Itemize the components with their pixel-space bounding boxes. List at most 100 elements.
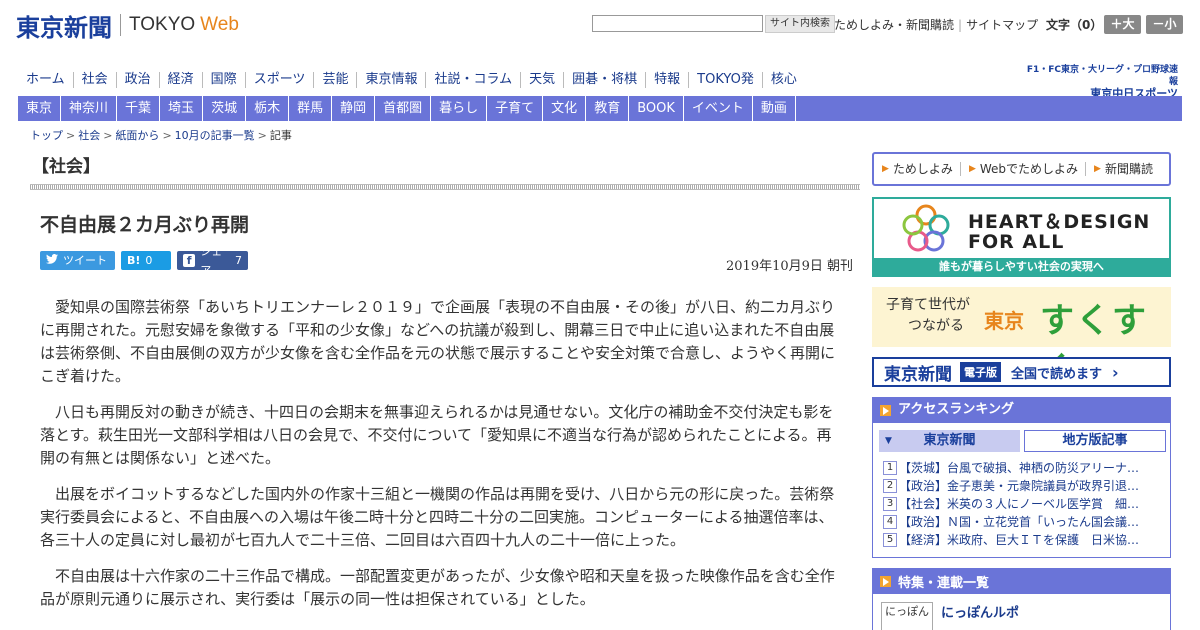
breadcrumb-month-list[interactable]: 10月の記事一覧 [175,129,255,142]
region-item-kurashi[interactable]: 暮らし [431,96,488,121]
font-increase-button[interactable]: ＋大 [1104,15,1141,34]
facebook-icon: f [183,254,196,267]
link-separator: | [958,17,963,32]
site-search-button[interactable]: サイト内検索 [765,15,835,33]
nav-item-politics[interactable]: 政治 [115,72,159,88]
site-header: 東京新聞 TOKYO Web サイト内検索 ためしよみ・新聞購読 | サイトマッ… [0,0,1200,60]
sitemap-link[interactable]: サイトマップ [966,16,1038,33]
trial-link[interactable]: ▶ ためしよみ [874,162,961,176]
article-body: 愛知県の国際芸術祭「あいちトリエンナーレ２０１９」で企画展「表現の不自由展・その… [40,296,845,624]
heart-design-title: HEART＆DESIGN [968,211,1151,233]
nav-item-sports[interactable]: スポーツ [244,72,314,88]
nav-item-economy[interactable]: 経済 [158,72,202,88]
facebook-share-label: シェア [200,244,223,277]
article-date: 2019年10月9日 朝刊 [726,259,854,274]
region-item-gunma[interactable]: 群馬 [289,96,333,121]
logo-divider [120,14,121,36]
access-ranking-header: アクセスランキング [872,397,1171,423]
heart-design-banner[interactable]: HEART＆DESIGN FOR ALL 誰もが暮らしやすい社会の実現へ [872,197,1171,277]
features-panel: にっぽん にっぽんルポ [872,594,1171,630]
flower-logo-icon [902,204,950,252]
feature-thumbnail[interactable]: にっぽん [881,602,933,630]
region-item-saitama[interactable]: 埼玉 [160,96,204,121]
play-square-icon [880,404,891,416]
web-trial-link[interactable]: ▶ Webでためしよみ [961,162,1087,176]
region-item-kyouiku[interactable]: 教育 [586,96,630,121]
nav-item-world[interactable]: 国際 [201,72,245,88]
ranking-item[interactable]: 4 【政治】Ｎ国・立花党首「いったん国会議… [883,513,1163,531]
subscribe-link[interactable]: ためしよみ・新聞購読 [834,16,954,33]
ranking-item[interactable]: 2 【政治】金子恵美・元衆院議員が政界引退… [883,477,1163,495]
facebook-share-button[interactable]: f シェア 7 [177,245,248,277]
play-square-icon [880,575,891,587]
font-size-label: 文字（0） [1046,18,1103,32]
ranking-tab-tokyo[interactable]: ▼ 東京新聞 [879,430,1020,452]
breadcrumb-shimen[interactable]: 紙面から [115,129,159,142]
region-item-kosodate[interactable]: 子育て [487,96,544,121]
region-item-ibaraki[interactable]: 茨城 [203,96,247,121]
sukusuku-tagline-2: つながる [908,318,964,334]
sukusuku-tagline-1: 子育て世代が [886,297,970,313]
nav-item-igo-shogi[interactable]: 囲碁・将棋 [563,72,645,88]
region-item-chiba[interactable]: 千葉 [117,96,161,121]
access-ranking-panel: ▼ 東京新聞 地方版記事 1 【茨城】台風で破損、神栖の防災アリーナ… 2 【政治】… [872,423,1171,558]
chunichi-tagline: F1・FC東京・大リーグ・プロ野球速報 [1026,65,1178,87]
region-item-kanagawa[interactable]: 神奈川 [61,96,118,121]
tweet-label: ツイート [63,254,107,267]
header-links: ためしよみ・新聞購読 | サイトマップ [834,16,1038,33]
article-headline: 不自由展２カ月ぶり再開 [40,214,250,236]
region-item-tochigi[interactable]: 栃木 [246,96,290,121]
nav-item-tokuho[interactable]: 特報 [645,72,688,88]
hatena-count: 0 [145,254,153,267]
sukusuku-tokyo: 東京 [984,309,1024,333]
nav-item-home[interactable]: ホーム [18,72,73,88]
trial-subscription-bar: ▶ ためしよみ ▶ Webでためしよみ ▶ 新聞購読 [872,152,1171,186]
feature-title-link[interactable]: にっぽんルポ [941,602,1019,621]
region-item-book[interactable]: BOOK [629,96,684,121]
ranking-item[interactable]: 5 【経済】米政府、巨大ＩＴを保護 日米協… [883,531,1163,549]
nav-item-weather[interactable]: 天気 [520,72,563,88]
ranking-item[interactable]: 3 【社会】米英の３人にノーベル医学賞 細… [883,495,1163,513]
font-decrease-button[interactable]: －小 [1146,15,1183,34]
ranking-item[interactable]: 1 【茨城】台風で破損、神栖の防災アリーナ… [883,459,1163,477]
chevron-right-icon: › [1112,362,1119,382]
breadcrumb-society[interactable]: 社会 [78,129,100,142]
nav-item-editorial[interactable]: 社説・コラム [425,72,520,88]
region-item-event[interactable]: イベント [684,96,753,121]
region-item-tokyo[interactable]: 東京 [18,96,62,121]
article-paragraph: 不自由展は十六作家の二十三作品で構成。一部配置変更があったが、少女像や昭和天皇を… [40,567,835,608]
breadcrumb-top[interactable]: トップ [30,129,63,142]
arrow-right-icon: ▶ [968,164,976,174]
digital-edition-banner[interactable]: 東京新聞 電子版 全国で読めます › [872,357,1171,387]
article-paragraph: 八日も再開反対の動きが続き、十四日の会期末を無事迎えられるかは見通せない。文化庁… [40,403,834,467]
section-title: 【社会】 [32,157,100,177]
search-input[interactable] [592,15,763,32]
chunichi-sports-banner[interactable]: F1・FC東京・大リーグ・プロ野球速報 東京中日スポーツ [1026,64,1178,100]
triangle-down-icon: ▼ [885,436,892,446]
heart-design-caption: 誰もが暮らしやすい社会の実現へ [874,258,1169,275]
nav-item-kakushin[interactable]: 核心 [761,72,805,88]
article-paragraph: 愛知県の国際芸術祭「あいちトリエンナーレ２０１９」で企画展「表現の不自由展・その… [40,298,836,385]
region-item-shizuoka[interactable]: 静岡 [332,96,376,121]
site-logo[interactable]: 東京新聞 TOKYO Web [16,10,239,42]
main-nav: ホーム 社会 政治 経済 国際 スポーツ 芸能 東京情報 社説・コラム 天気 囲… [18,68,805,92]
heart-design-subtitle: FOR ALL [968,231,1065,253]
twitter-bird-icon [46,251,58,270]
nav-item-entertainment[interactable]: 芸能 [313,72,356,88]
breadcrumb: トップ > 社会 > 紙面から >10月の記事一覧 > 記事 [30,129,292,142]
hatena-bookmark-button[interactable]: B! 0 [121,251,171,270]
nav-item-society[interactable]: 社会 [72,72,116,88]
subscribe-newspaper-link[interactable]: ▶ 新聞購読 [1086,162,1160,176]
logo-japanese: 東京新聞 [16,12,112,42]
tweet-button[interactable]: ツイート [40,251,115,270]
nav-item-tokyo-info[interactable]: 東京情報 [356,72,425,88]
region-item-shutoken[interactable]: 首都圏 [375,96,432,121]
region-item-video[interactable]: 動画 [753,96,796,121]
ranking-tab-regional[interactable]: 地方版記事 [1024,430,1166,452]
facebook-share-count: 7 [235,254,242,267]
tokyo-sukusuku-banner[interactable]: 子育て世代が つながる 東京 すくすく [872,287,1171,390]
logo-web: Web [200,14,239,35]
nav-item-tokyo-hatsu[interactable]: TOKYO発 [688,72,762,88]
section-divider [30,184,860,190]
region-item-bunka[interactable]: 文化 [543,96,587,121]
